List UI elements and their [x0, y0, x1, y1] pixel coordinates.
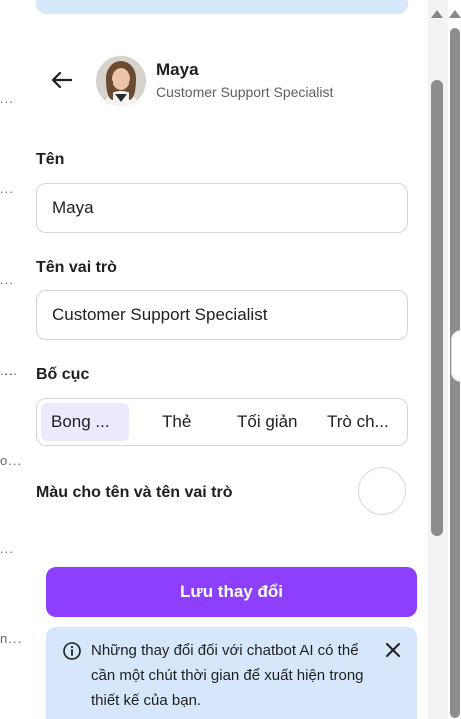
back-button[interactable] [46, 64, 78, 96]
previous-notice-strip [36, 0, 408, 14]
role-input[interactable] [36, 290, 408, 340]
background-list-item: ... [0, 181, 14, 196]
role-label: Tên vai trò [36, 259, 117, 276]
scroll-up-arrow-icon[interactable] [431, 10, 443, 18]
info-icon [63, 642, 81, 660]
background-list-item: o... [0, 453, 23, 468]
layout-label: Bố cục [36, 366, 90, 383]
arrow-left-icon [52, 72, 72, 88]
save-button[interactable]: Lưu thay đổi [46, 567, 417, 617]
color-label: Màu cho tên và tên vai trò [36, 484, 233, 501]
agent-name: Maya [156, 60, 199, 79]
background-list-item: ... [4, 363, 18, 378]
info-notice: Những thay đổi đối với chatbot AI có thể… [46, 627, 417, 719]
layout-option-chat[interactable]: Trò ch... [327, 403, 389, 441]
color-picker-swatch[interactable] [358, 467, 406, 515]
app-root: ... ... ... ... ... o... ... n... Maya C… [0, 0, 461, 719]
name-label: Tên [36, 151, 65, 168]
outer-scroll-up-arrow-icon[interactable] [449, 10, 461, 18]
close-icon[interactable] [382, 639, 404, 661]
scrollbar-thumb[interactable] [431, 80, 443, 536]
side-panel-handle[interactable] [451, 330, 461, 382]
background-list-item: ... [0, 541, 14, 556]
layout-option-card[interactable]: Thẻ [162, 403, 191, 441]
layout-option-minimal[interactable]: Tối giản [237, 403, 297, 441]
name-input[interactable] [36, 183, 408, 233]
agent-avatar [96, 56, 146, 106]
background-list: ... ... ... ... ... o... ... n... [0, 0, 23, 719]
notice-text: Những thay đổi đối với chatbot AI có thể… [91, 642, 364, 709]
background-list-item: n... [0, 631, 23, 646]
layout-option-bubble[interactable]: Bong ... [41, 403, 129, 441]
background-list-item: ... [0, 91, 14, 106]
layout-selector: Bong ... Thẻ Tối giản Trò ch... [36, 398, 408, 446]
background-list-item: ... [0, 272, 14, 287]
agent-role: Customer Support Specialist [156, 84, 334, 100]
agent-avatar-image [96, 56, 146, 106]
